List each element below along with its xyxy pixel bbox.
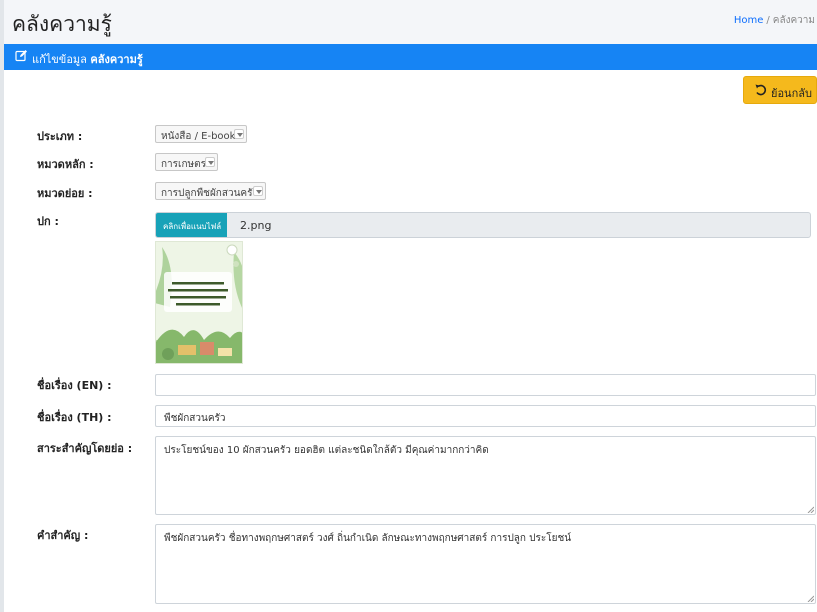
sub-category-select[interactable]: การปลูกพืชผักสวนครัว <box>155 182 266 200</box>
page: คลังความรู้ Home / คลังความ แก้ไขข้อมูล คล… <box>0 0 817 612</box>
breadcrumb-current: คลังความ <box>772 15 815 26</box>
resize-handle-icon[interactable] <box>807 595 814 602</box>
breadcrumb-home-link[interactable]: Home <box>734 15 764 26</box>
resize-handle-icon[interactable] <box>807 506 814 513</box>
keywords-label: คำสำคัญ : <box>37 529 89 542</box>
card-title-bold: คลังความรู้ <box>90 53 143 66</box>
breadcrumb-separator: / <box>766 15 770 26</box>
breadcrumb: Home / คลังความ <box>734 13 815 28</box>
main-category-select[interactable]: การเกษตร <box>155 153 218 171</box>
card-header: แก้ไขข้อมูล คลังความรู้ <box>4 44 817 70</box>
attach-file-button[interactable]: คลิกเพื่อแนบไฟล์ <box>156 213 227 237</box>
page-title: คลังความรู้ <box>12 12 112 36</box>
keywords-textarea[interactable]: พืชผักสวนครัว ชื่อทางพฤกษศาสตร์ วงศ์ ถิ่… <box>155 524 816 604</box>
main-category-label: หมวดหลัก : <box>37 158 94 171</box>
file-name: 2.png <box>240 219 272 232</box>
abstract-label: สาระสำคัญโดยย่อ : <box>37 442 133 455</box>
sub-category-label: หมวดย่อย : <box>37 187 93 200</box>
cover-label: ปก : <box>37 215 59 228</box>
chevron-down-icon <box>253 186 263 196</box>
chevron-down-icon <box>234 129 244 139</box>
type-select-value: หนังสือ / E-book <box>161 131 236 142</box>
card-title: แก้ไขข้อมูล คลังความรู้ <box>32 50 143 68</box>
chevron-down-icon <box>205 157 215 167</box>
content-header: คลังความรู้ Home / คลังความ <box>4 0 817 44</box>
main-category-select-value: การเกษตร <box>161 159 206 170</box>
sub-category-select-value: การปลูกพืชผักสวนครัว <box>161 188 259 199</box>
type-select[interactable]: หนังสือ / E-book <box>155 125 247 143</box>
file-upload-field[interactable]: คลิกเพื่อแนบไฟล์ 2.png <box>155 212 811 238</box>
title-th-label: ชื่อเรื่อง (TH) : <box>37 411 112 424</box>
title-th-input-value: พืชผักสวนครัว <box>164 413 226 424</box>
attach-file-button-label: คลิกเพื่อแนบไฟล์ <box>163 222 222 231</box>
keywords-textarea-value: พืชผักสวนครัว ชื่อทางพฤกษศาสตร์ วงศ์ ถิ่… <box>164 533 572 544</box>
title-en-label: ชื่อเรื่อง (EN) : <box>37 379 112 392</box>
title-en-input[interactable] <box>155 374 816 396</box>
abstract-textarea[interactable]: ประโยชน์ของ 10 ผักสวนครัว ยอดฮิต แต่ละชน… <box>155 436 816 515</box>
back-button-label: ย้อนกลับ <box>771 87 812 100</box>
abstract-textarea-value: ประโยชน์ของ 10 ผักสวนครัว ยอดฮิต แต่ละชน… <box>164 445 489 456</box>
card-title-prefix: แก้ไขข้อมูล <box>32 53 87 66</box>
back-button[interactable]: ย้อนกลับ <box>743 76 817 104</box>
edit-icon <box>15 49 28 63</box>
title-th-input[interactable]: พืชผักสวนครัว <box>155 405 816 427</box>
type-label: ประเภท : <box>37 130 83 143</box>
undo-arrow-icon <box>754 83 768 97</box>
cover-preview-image <box>155 241 243 364</box>
